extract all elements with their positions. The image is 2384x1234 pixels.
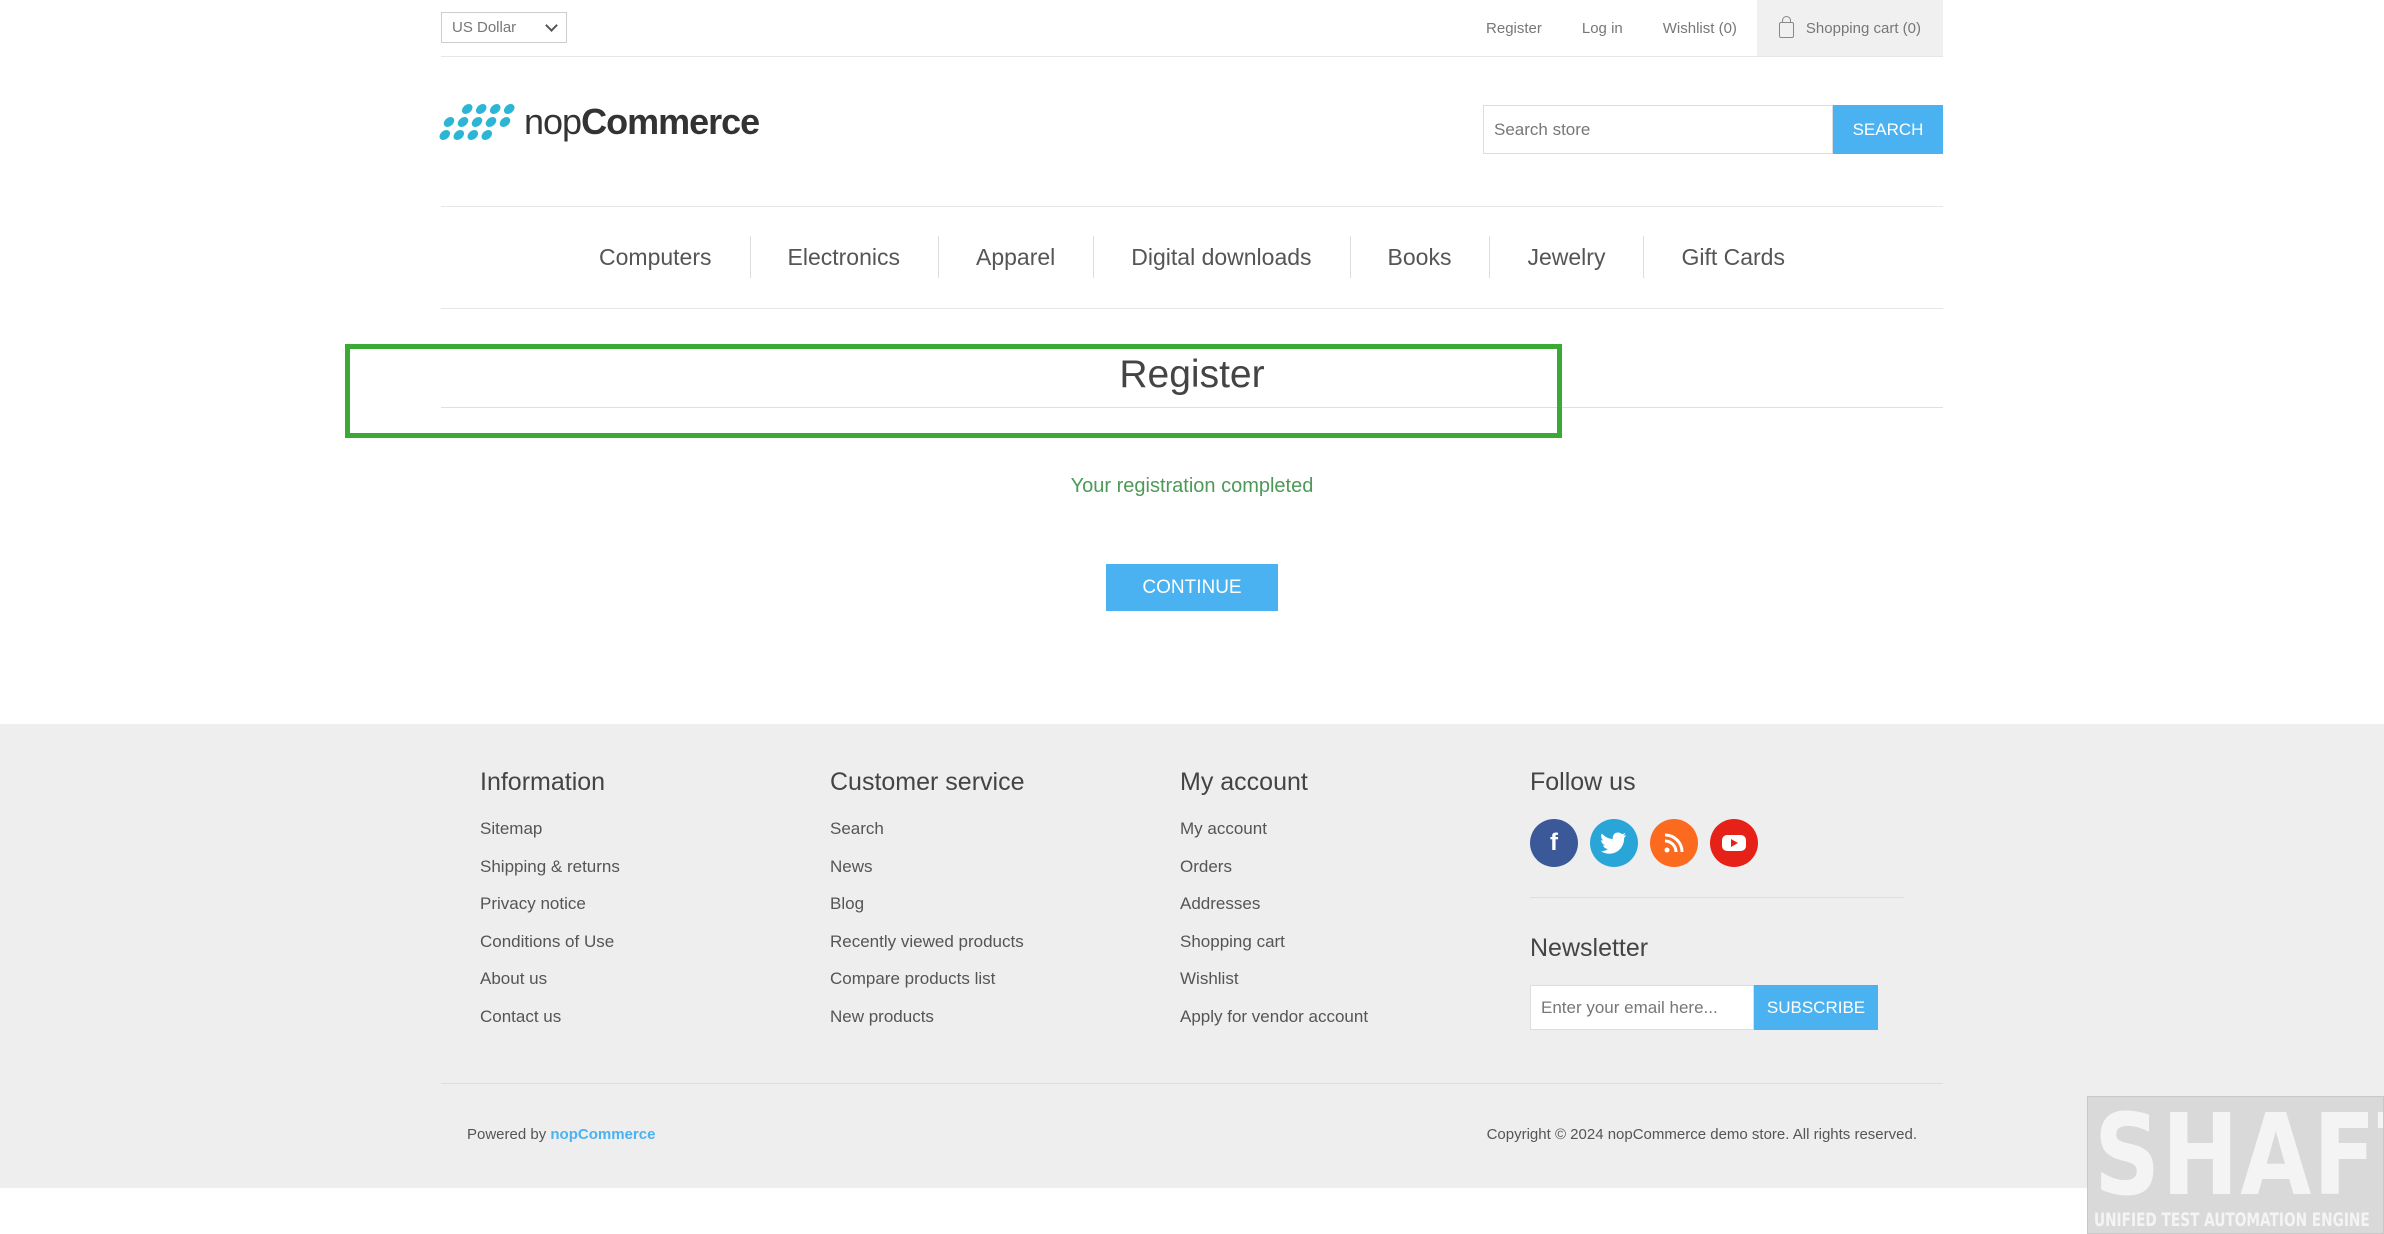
register-link[interactable]: Register (1486, 20, 1542, 37)
menu-item-digital-downloads[interactable]: Digital downloads (1093, 236, 1349, 278)
footer-link-search[interactable]: Search (830, 819, 1025, 857)
nopcommerce-link[interactable]: nopCommerce (550, 1126, 655, 1143)
footer-link-blog[interactable]: Blog (830, 894, 1025, 932)
header-links-bar: US Dollar Register Log in Wishlist (0) S… (441, 0, 1943, 57)
footer-link-wishlist[interactable]: Wishlist (1180, 969, 1368, 1007)
menu-item-electronics[interactable]: Electronics (749, 236, 938, 278)
footer-link-about-us[interactable]: About us (480, 969, 620, 1007)
footer-bottom: Powered by nopCommerce Copyright © 2024 … (441, 1083, 1943, 1188)
footer-link-conditions-of-use[interactable]: Conditions of Use (480, 932, 620, 970)
footer-my-account: My account My account Orders Addresses S… (1180, 768, 1368, 1044)
watermark-title: SHAFT (2094, 1096, 2383, 1221)
menu-item-books[interactable]: Books (1349, 236, 1490, 278)
watermark-subtitle: UNIFIED TEST AUTOMATION ENGINE (2094, 1209, 2370, 1231)
logo-text: nopCommerce (524, 101, 760, 142)
wishlist-link[interactable]: Wishlist (0) (1663, 20, 1737, 37)
footer-divider (1530, 897, 1904, 898)
menu-item-apparel[interactable]: Apparel (937, 236, 1093, 278)
copyright-text: Copyright © 2024 nopCommerce demo store.… (1486, 1126, 1917, 1143)
header-main: nopCommerce SEARCH (438, 57, 1943, 207)
registration-result-message: Your registration completed (1070, 475, 1314, 497)
highlight-box (345, 344, 1562, 438)
social-links: f (1530, 819, 1904, 867)
menu-item-computers[interactable]: Computers (561, 244, 749, 271)
footer-my-account-title: My account (1180, 768, 1308, 796)
store-logo[interactable]: nopCommerce (438, 101, 760, 143)
logo-dots-icon (438, 104, 516, 140)
footer-link-recently-viewed[interactable]: Recently viewed products (830, 932, 1025, 970)
footer-follow-us: Follow us f Newsletter SUBSCRIBE (1530, 768, 1904, 1030)
footer: Information Sitemap Shipping & returns P… (0, 724, 2384, 1188)
footer-link-addresses[interactable]: Addresses (1180, 894, 1368, 932)
menu-item-gift-cards[interactable]: Gift Cards (1643, 236, 1823, 278)
currency-value: US Dollar (452, 19, 517, 36)
footer-link-sitemap[interactable]: Sitemap (480, 819, 620, 857)
youtube-icon[interactable] (1710, 819, 1758, 867)
footer-link-compare-products[interactable]: Compare products list (830, 969, 1025, 1007)
footer-customer-service: Customer service Search News Blog Recent… (830, 768, 1025, 1044)
footer-follow-title: Follow us (1530, 768, 1636, 796)
shopping-cart-label: Shopping cart (0) (1805, 19, 1921, 37)
footer-link-orders[interactable]: Orders (1180, 857, 1368, 895)
footer-link-privacy-notice[interactable]: Privacy notice (480, 894, 620, 932)
footer-information: Information Sitemap Shipping & returns P… (480, 768, 620, 1044)
footer-information-title: Information (480, 768, 606, 796)
shaft-watermark-logo: SHAFT UNIFIED TEST AUTOMATION ENGINE (2087, 1096, 2384, 1234)
newsletter-form: SUBSCRIBE (1530, 985, 1904, 1030)
search-box: SEARCH (1483, 105, 1943, 154)
search-input[interactable] (1483, 105, 1833, 154)
shopping-cart-link[interactable]: Shopping cart (0) (1756, 0, 1943, 56)
rss-icon[interactable] (1650, 819, 1698, 867)
menu-item-jewelry[interactable]: Jewelry (1489, 236, 1643, 278)
powered-by: Powered by nopCommerce (467, 1126, 656, 1143)
footer-link-news[interactable]: News (830, 857, 1025, 895)
footer-link-my-account[interactable]: My account (1180, 819, 1368, 857)
footer-link-shipping-returns[interactable]: Shipping & returns (480, 857, 620, 895)
footer-link-shopping-cart[interactable]: Shopping cart (1180, 932, 1368, 970)
header-top-links: Register Log in Wishlist (0) Shopping ca… (1446, 0, 1943, 56)
login-link[interactable]: Log in (1582, 20, 1623, 37)
currency-selector[interactable]: US Dollar (441, 12, 567, 43)
newsletter-title: Newsletter (1530, 934, 1649, 962)
category-menu: Computers Electronics Apparel Digital do… (441, 207, 1943, 309)
twitter-icon[interactable] (1590, 819, 1638, 867)
footer-customer-service-title: Customer service (830, 768, 1025, 796)
shopping-bag-icon (1778, 16, 1794, 38)
footer-link-new-products[interactable]: New products (830, 1007, 1025, 1045)
search-button[interactable]: SEARCH (1833, 105, 1943, 154)
facebook-icon[interactable]: f (1530, 819, 1578, 867)
footer-link-contact-us[interactable]: Contact us (480, 1007, 620, 1045)
subscribe-button[interactable]: SUBSCRIBE (1754, 985, 1878, 1030)
chevron-down-icon (545, 19, 558, 32)
continue-button[interactable]: CONTINUE (1106, 564, 1278, 611)
footer-link-vendor-account[interactable]: Apply for vendor account (1180, 1007, 1368, 1045)
newsletter-email-input[interactable] (1530, 985, 1754, 1030)
